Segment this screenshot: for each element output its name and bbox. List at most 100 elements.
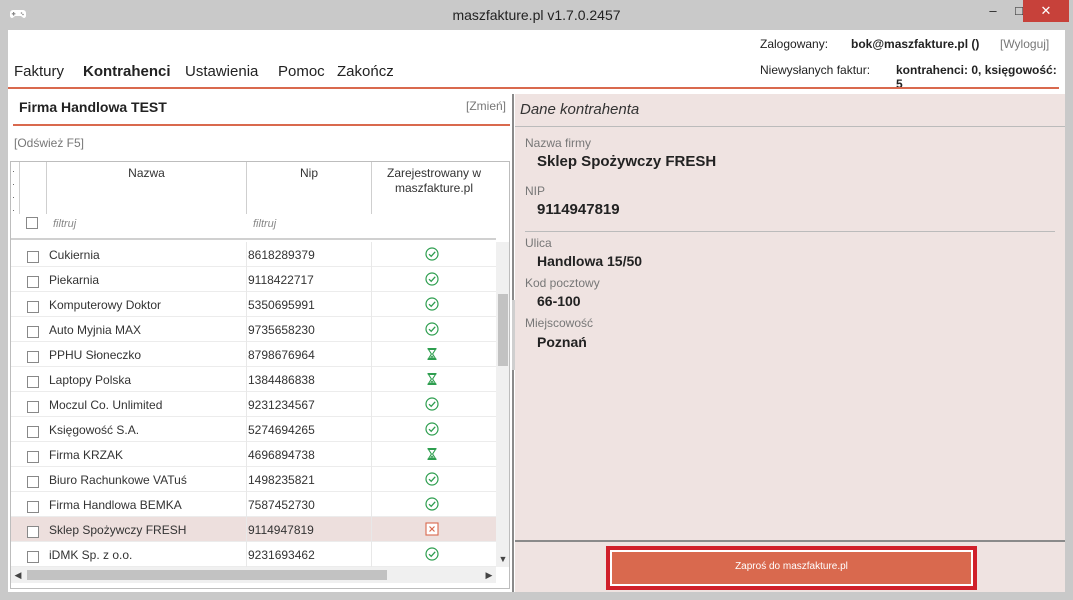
row-checkbox[interactable] bbox=[27, 551, 39, 563]
horizontal-scrollbar[interactable]: ◀ ▶ bbox=[11, 567, 496, 583]
close-button[interactable]: ✕ bbox=[1023, 0, 1069, 22]
row-checkbox[interactable] bbox=[27, 476, 39, 488]
refresh-link[interactable]: [Odśwież F5] bbox=[14, 136, 84, 150]
current-company: Firma Handlowa TEST bbox=[19, 99, 167, 115]
table-row[interactable]: Laptopy Polska 1384486838 bbox=[11, 367, 496, 392]
table-row[interactable]: iDMK Sp. z o.o. 9231693462 bbox=[11, 542, 496, 567]
menu-item-pomoc[interactable]: Pomoc bbox=[278, 63, 325, 80]
contractor-nip: 9735658230 bbox=[248, 323, 315, 337]
table-row[interactable]: Piekarnia 9118422717 bbox=[11, 267, 496, 292]
row-checkbox[interactable] bbox=[27, 451, 39, 463]
menu-item-kontrahenci[interactable]: Kontrahenci bbox=[83, 63, 171, 80]
table-row[interactable]: Moczul Co. Unlimited 9231234567 bbox=[11, 392, 496, 417]
check-circle-icon bbox=[425, 472, 439, 486]
vertical-scroll-thumb[interactable] bbox=[498, 294, 508, 366]
header-divider bbox=[8, 87, 1059, 89]
company-name-value: Sklep Spożywczy FRESH bbox=[537, 153, 717, 170]
grid-header: · · · · Nazwa Nip Zarejestrowany w maszfakt… bbox=[11, 162, 496, 240]
nip-value: 9114947819 bbox=[537, 201, 620, 218]
cell-separator bbox=[246, 467, 247, 492]
contractor-nip: 5274694265 bbox=[248, 423, 315, 437]
name-filter-input[interactable]: filtruj bbox=[53, 218, 76, 230]
cell-separator bbox=[246, 417, 247, 442]
row-checkbox[interactable] bbox=[27, 526, 39, 538]
menu-item-zakoncz[interactable]: Zakończ bbox=[337, 63, 394, 80]
row-checkbox[interactable] bbox=[27, 376, 39, 388]
contractor-name: Firma KRZAK bbox=[49, 448, 124, 462]
row-checkbox[interactable] bbox=[27, 326, 39, 338]
city-label: Miejscowość bbox=[525, 316, 594, 330]
contractor-name: Sklep Spożywczy FRESH bbox=[49, 523, 187, 537]
table-row[interactable]: Firma KRZAK 4696894738 bbox=[11, 442, 496, 467]
cell-separator bbox=[371, 342, 372, 367]
column-header-registered[interactable]: Zarejestrowany w maszfakture.pl bbox=[379, 166, 489, 196]
contractor-nip: 1498235821 bbox=[248, 473, 315, 487]
minimize-button[interactable]: – bbox=[980, 0, 1006, 22]
details-bottom-divider bbox=[515, 540, 1065, 542]
row-checkbox[interactable] bbox=[27, 301, 39, 313]
cell-separator bbox=[371, 442, 372, 467]
horizontal-scroll-thumb[interactable] bbox=[27, 570, 387, 580]
invite-button[interactable]: Zaproś do maszfakture.pl bbox=[612, 552, 971, 584]
row-checkbox[interactable] bbox=[27, 251, 39, 263]
check-circle-icon bbox=[425, 497, 439, 511]
cell-separator bbox=[371, 267, 372, 292]
column-header-name[interactable]: Nazwa bbox=[47, 166, 246, 181]
table-row[interactable]: Biuro Rachunkowe VATuś 1498235821 bbox=[11, 467, 496, 492]
column-separator bbox=[19, 162, 20, 214]
city-value: Poznań bbox=[537, 334, 587, 350]
row-checkbox[interactable] bbox=[27, 276, 39, 288]
check-circle-icon bbox=[425, 322, 439, 336]
table-row[interactable]: Księgowość S.A. 5274694265 bbox=[11, 417, 496, 442]
select-all-checkbox[interactable] bbox=[26, 217, 38, 229]
vertical-scrollbar[interactable]: ▼ bbox=[496, 242, 509, 567]
contractor-name: Cukiernia bbox=[49, 248, 100, 262]
column-separator[interactable] bbox=[371, 162, 372, 214]
table-row[interactable]: Komputerowy Doktor 5350695991 bbox=[11, 292, 496, 317]
table-row[interactable]: PPHU Słoneczko 8798676964 bbox=[11, 342, 496, 367]
table-row[interactable]: Firma Handlowa BEMKA 7587452730 bbox=[11, 492, 496, 517]
scroll-right-arrow-icon[interactable]: ▶ bbox=[482, 567, 496, 583]
postal-code-label: Kod pocztowy bbox=[525, 276, 600, 290]
title-bar: maszfakture.pl v1.7.0.2457 – □ ✕ bbox=[0, 0, 1073, 30]
row-checkbox[interactable] bbox=[27, 401, 39, 413]
table-row[interactable]: Auto Myjnia MAX 9735658230 bbox=[11, 317, 496, 342]
scroll-down-arrow-icon[interactable]: ▼ bbox=[496, 551, 509, 567]
cell-separator bbox=[246, 242, 247, 267]
cell-separator bbox=[371, 292, 372, 317]
cell-separator bbox=[371, 542, 372, 567]
row-checkbox[interactable] bbox=[27, 501, 39, 513]
window-title: maszfakture.pl v1.7.0.2457 bbox=[452, 7, 621, 23]
cell-separator bbox=[371, 467, 372, 492]
table-row[interactable]: Cukiernia 8618289379 bbox=[11, 242, 496, 267]
cell-separator bbox=[246, 317, 247, 342]
menu-item-ustawienia[interactable]: Ustawienia bbox=[185, 63, 258, 80]
nip-filter-input[interactable]: filtruj bbox=[253, 218, 276, 230]
contractor-nip: 9118422717 bbox=[248, 273, 314, 287]
menu-item-faktury[interactable]: Faktury bbox=[14, 63, 64, 80]
login-user: bok@maszfakture.pl () bbox=[851, 37, 980, 51]
app-window: maszfakture.pl v1.7.0.2457 – □ ✕ Zalogow… bbox=[0, 0, 1073, 600]
logout-link[interactable]: [Wyloguj] bbox=[1000, 37, 1049, 51]
contractor-nip: 1384486838 bbox=[248, 373, 315, 387]
invite-button-highlight: Zaproś do maszfakture.pl bbox=[606, 546, 977, 590]
check-circle-icon bbox=[425, 297, 439, 311]
row-checkbox[interactable] bbox=[27, 426, 39, 438]
column-header-nip[interactable]: Nip bbox=[247, 166, 371, 181]
company-name-label: Nazwa firmy bbox=[525, 136, 592, 150]
scroll-left-arrow-icon[interactable]: ◀ bbox=[11, 567, 25, 583]
cell-separator bbox=[246, 392, 247, 417]
contractor-name: Auto Myjnia MAX bbox=[49, 323, 142, 337]
contractor-nip: 4696894738 bbox=[248, 448, 315, 462]
change-company-link[interactable]: [Zmień] bbox=[466, 99, 506, 113]
contractor-nip: 7587452730 bbox=[248, 498, 315, 512]
street-label: Ulica bbox=[525, 236, 552, 250]
cell-separator bbox=[246, 517, 247, 542]
table-row[interactable]: Sklep Spożywczy FRESH 9114947819 bbox=[11, 517, 496, 542]
contractor-list-panel: Firma Handlowa TEST [Zmień] [Odśwież F5]… bbox=[8, 94, 512, 592]
contractor-grid: · · · · Nazwa Nip Zarejestrowany w maszfakt… bbox=[10, 161, 510, 589]
check-circle-icon bbox=[425, 422, 439, 436]
row-header-dots: · · · · bbox=[12, 166, 15, 215]
row-checkbox[interactable] bbox=[27, 351, 39, 363]
contractor-name: iDMK Sp. z o.o. bbox=[49, 548, 133, 562]
